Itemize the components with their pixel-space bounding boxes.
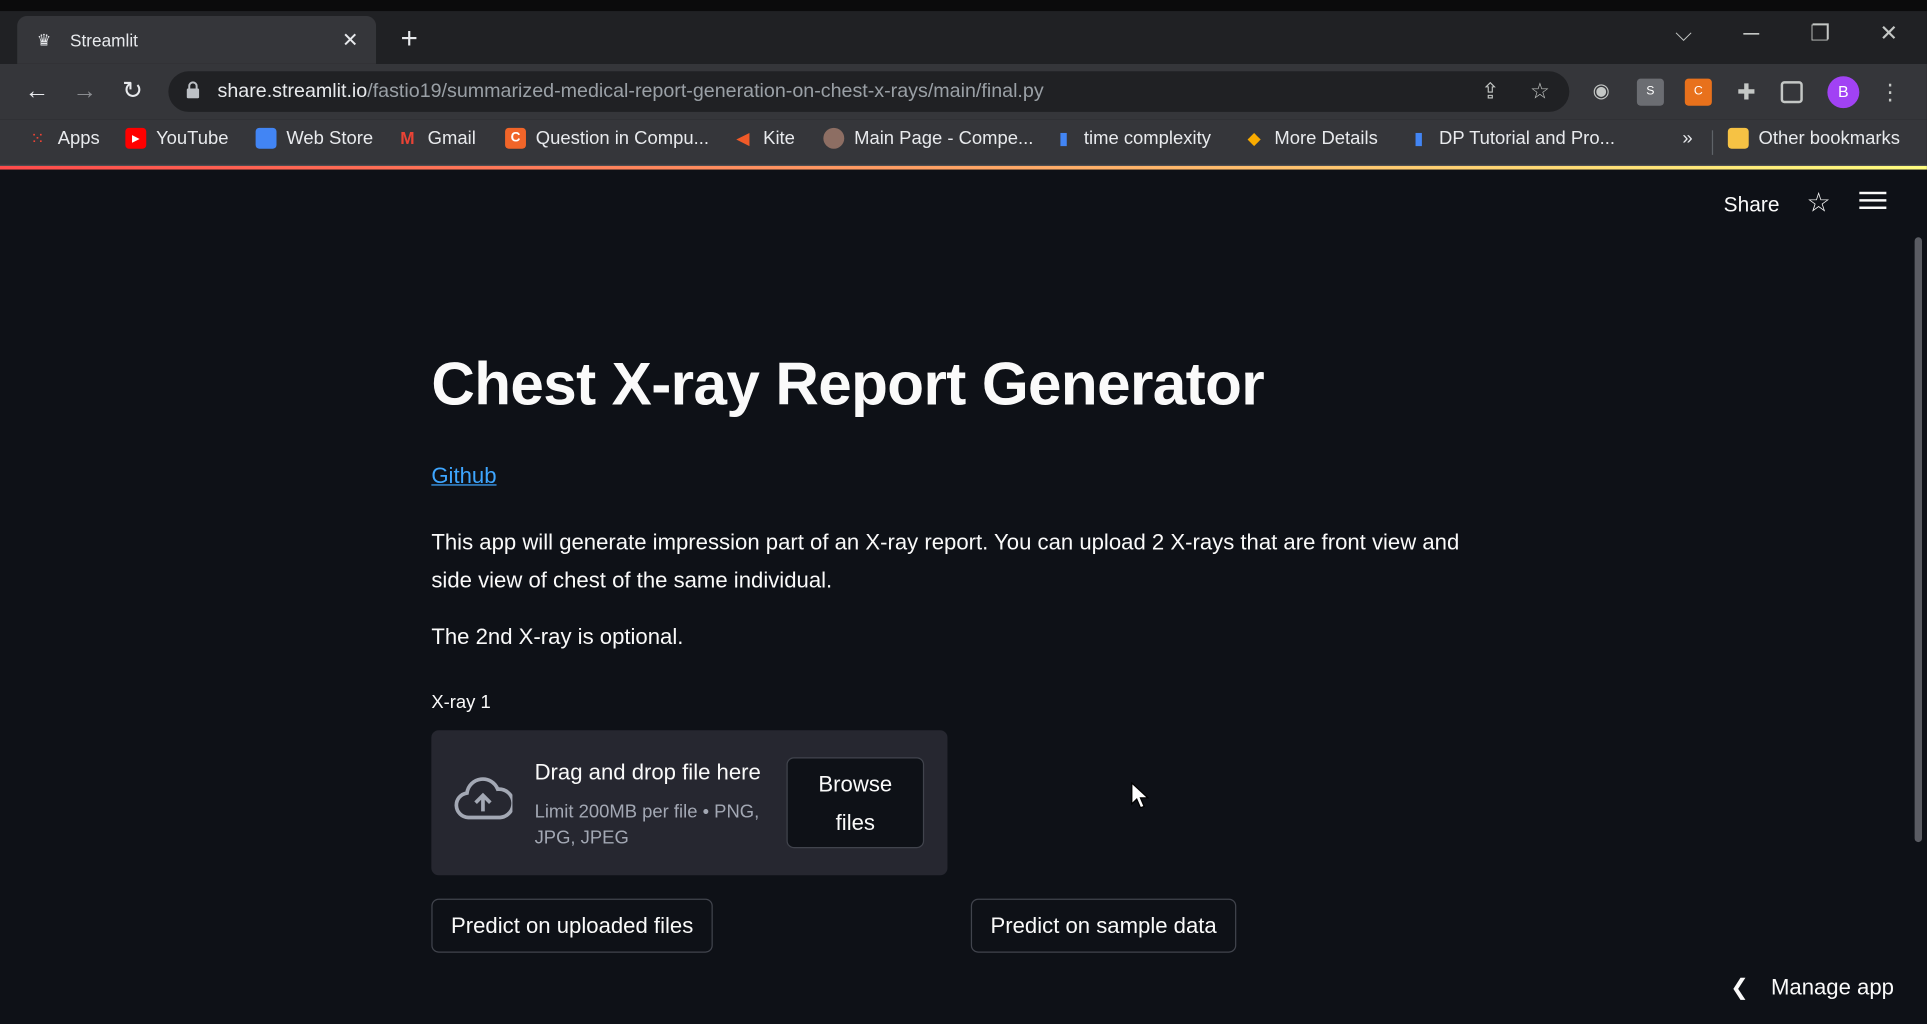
screen: ♛ Streamlit ✕ + ⌵ ─ ❐ ✕ ← → ↻ share.stre… (0, 0, 1927, 1024)
bookmark-web-store[interactable]: Web Store (255, 127, 374, 149)
youtube-icon: ▶ (125, 127, 147, 149)
bookmark-apps[interactable]: ⁙ Apps (27, 128, 100, 149)
back-icon[interactable]: ← (20, 75, 54, 107)
github-link[interactable]: Github (431, 463, 496, 489)
more-details-icon: ◆ (1247, 127, 1261, 148)
browser-tab[interactable]: ♛ Streamlit ✕ (17, 15, 377, 64)
chevron-left-icon: ❮ (1730, 974, 1749, 1000)
share-button[interactable]: Share (1724, 193, 1780, 218)
browse-label-line2: files (835, 810, 875, 835)
url-host: share.streamlit.io (217, 80, 368, 102)
description-text: This app will generate impression part o… (431, 529, 1460, 593)
dropzone-instruction: Drag and drop file here (534, 759, 761, 785)
browse-files-button[interactable]: Browse files (786, 757, 925, 849)
dropzone-limit-text: Limit 200MB per file • PNG, JPG, JPEG (534, 801, 760, 849)
bookmark-time-complexity[interactable]: ▮ time complexity (1053, 128, 1211, 149)
bookmark-label: DP Tutorial and Pro... (1439, 127, 1615, 149)
cloud-upload-icon (454, 777, 513, 820)
gmail-icon: M (400, 127, 415, 148)
page-title: Chest X-ray Report Generator (431, 351, 1265, 418)
streamlit-app: Share ☆ Chest X-ray Report Generator Git… (0, 169, 1927, 1024)
window-close-icon[interactable]: ✕ (1864, 21, 1913, 47)
minimize-icon[interactable]: ─ (1727, 21, 1776, 47)
predict-uploaded-button[interactable]: Predict on uploaded files (431, 898, 713, 953)
side-panel-icon[interactable] (1780, 81, 1803, 104)
bookmark-question[interactable]: C Question in Compu... (505, 127, 709, 149)
favorite-star-icon[interactable]: ☆ (1806, 187, 1830, 219)
manage-app-button[interactable]: ❮ Manage app (1730, 975, 1894, 1001)
profile-avatar[interactable]: B (1827, 76, 1860, 109)
apps-grid-icon: ⁙ (30, 127, 45, 148)
bookmarks-overflow-icon[interactable]: » (1682, 128, 1692, 149)
bookmark-label: More Details (1274, 127, 1378, 149)
bookmarks-bar: ⁙ Apps ▶ YouTube Web Store M Gmail C Que… (0, 119, 1927, 166)
lock-icon (186, 81, 203, 102)
streamlit-crown-icon: ♛ (36, 30, 52, 49)
tab-strip: ♛ Streamlit ✕ + ⌵ ─ ❐ ✕ (0, 0, 1927, 64)
bookmark-gmail[interactable]: M Gmail (397, 128, 476, 149)
url-path: /fastio19/summarized-medical-report-gene… (367, 80, 1044, 102)
reload-icon[interactable]: ↻ (116, 75, 150, 107)
chart-icon: ▮ (1058, 127, 1069, 148)
hamburger-menu-icon[interactable] (1859, 187, 1887, 214)
bookmark-label: time complexity (1083, 127, 1211, 149)
other-bookmarks[interactable]: Other bookmarks (1727, 127, 1900, 149)
bookmark-label: Gmail (427, 127, 476, 149)
bookmark-main-page[interactable]: Main Page - Compe... (823, 127, 1034, 149)
mouse-cursor-icon (1131, 781, 1150, 809)
uploader-label: X-ray 1 (431, 692, 491, 713)
eye-extension-icon[interactable]: ◉ (1588, 79, 1615, 106)
bookmark-label: YouTube (156, 127, 229, 149)
folder-icon (1727, 127, 1749, 149)
web-store-icon (255, 127, 277, 149)
browse-label-line1: Browse (818, 772, 893, 797)
bookmark-label: Main Page - Compe... (854, 127, 1034, 149)
tab-close-icon[interactable]: ✕ (339, 28, 361, 53)
file-dropzone[interactable]: Drag and drop file here Limit 200MB per … (431, 730, 948, 876)
forward-icon[interactable]: → (68, 75, 102, 107)
predict-sample-button[interactable]: Predict on sample data (970, 898, 1237, 953)
c-skip-extension-icon[interactable]: C (1684, 78, 1712, 106)
skip-extension-icon[interactable]: S (1636, 78, 1664, 106)
bookmark-label: Question in Compu... (535, 127, 709, 149)
bookmark-label: Kite (763, 127, 795, 149)
bookmarks-divider (1711, 130, 1714, 155)
bookmark-label: Web Store (286, 127, 374, 149)
bookmark-youtube[interactable]: ▶ YouTube (125, 127, 229, 149)
bookmark-star-icon[interactable]: ☆ (1530, 79, 1550, 105)
bookmark-more-details[interactable]: ◆ More Details (1244, 127, 1378, 149)
bookmark-dp-tutorial[interactable]: ▮ DP Tutorial and Pro... (1408, 128, 1615, 149)
bookmark-kite[interactable]: ◀ Kite (732, 128, 795, 149)
bookmark-label: Apps (57, 127, 100, 149)
scrollbar[interactable] (1914, 237, 1922, 843)
other-bookmarks-label: Other bookmarks (1758, 127, 1900, 149)
main-page-icon (823, 127, 845, 149)
question-icon: C (505, 127, 526, 149)
chart-icon: ▮ (1414, 127, 1424, 148)
manage-app-label: Manage app (1770, 974, 1894, 1000)
new-tab-icon[interactable]: + (393, 24, 425, 54)
tab-title: Streamlit (70, 30, 138, 50)
browser-toolbar: ← → ↻ share.streamlit.io/fastio19/summar… (0, 63, 1927, 120)
kite-icon: ◀ (736, 127, 750, 148)
tab-search-chevron-icon[interactable]: ⌵ (1659, 21, 1708, 47)
address-bar[interactable]: share.streamlit.io/fastio19/summarized-m… (168, 71, 1570, 112)
kebab-menu-icon[interactable]: ⋮ (1877, 79, 1904, 106)
restore-icon[interactable]: ❐ (1795, 21, 1844, 47)
share-page-icon[interactable]: ⇪ (1481, 79, 1500, 105)
url-text: share.streamlit.io/fastio19/summarized-m… (218, 81, 1044, 103)
optional-note: The 2nd X-ray is optional. (431, 624, 684, 650)
extensions-puzzle-icon[interactable]: ✚ (1733, 79, 1760, 106)
